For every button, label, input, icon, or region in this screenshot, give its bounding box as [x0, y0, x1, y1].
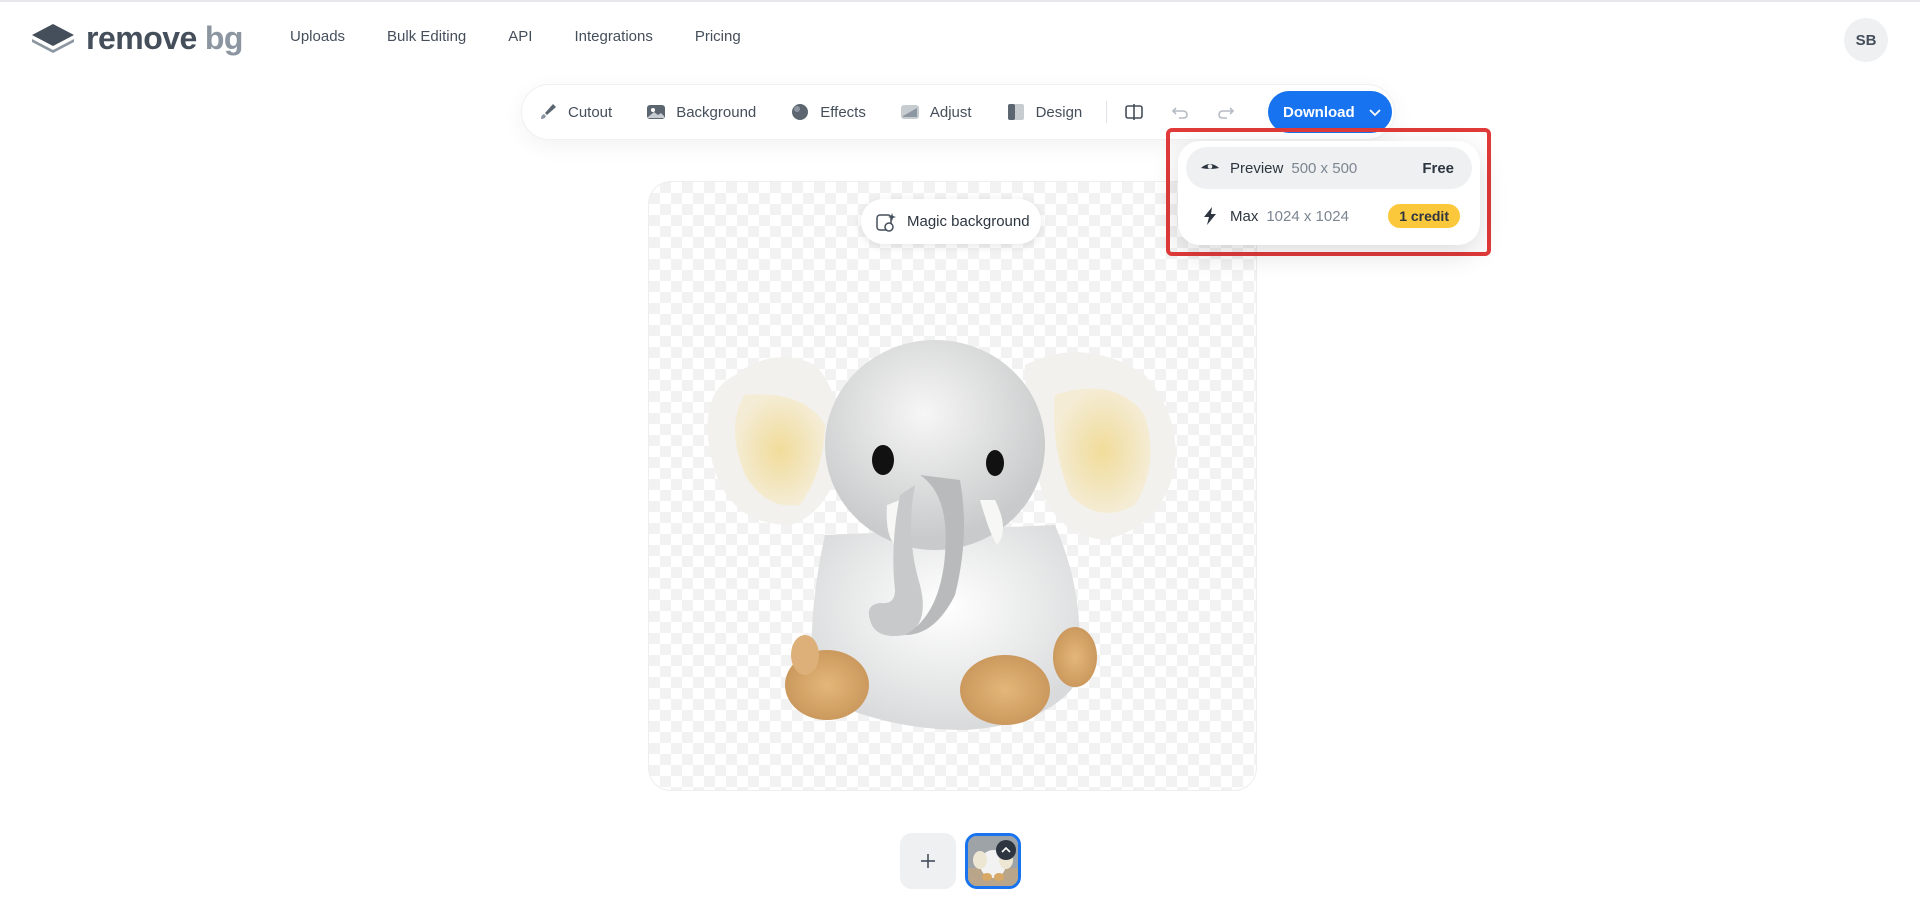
download-option-preview[interactable]: Preview 500 x 500 Free: [1186, 147, 1472, 189]
tool-effects[interactable]: Effects: [790, 102, 866, 122]
preview-size: 500 x 500: [1291, 159, 1358, 177]
credit-badge: 1 credit: [1388, 204, 1460, 228]
design-icon: [1006, 102, 1026, 122]
tool-cutout[interactable]: Cutout: [538, 102, 612, 122]
tool-background[interactable]: Background: [646, 102, 756, 122]
header: remove bg Uploads Bulk Editing API Integr…: [0, 2, 1920, 74]
toolbar-divider: [1106, 101, 1108, 123]
lightning-icon: [1200, 206, 1220, 226]
redo-icon[interactable]: [1213, 99, 1239, 125]
magic-sparkle-icon: [876, 212, 896, 232]
tool-background-label: Background: [676, 103, 757, 121]
download-option-max[interactable]: Max 1024 x 1024 1 credit: [1186, 195, 1472, 237]
eye-icon: [1200, 158, 1220, 178]
nav-api[interactable]: API: [508, 28, 532, 45]
brush-icon: [538, 102, 558, 122]
nav-pricing[interactable]: Pricing: [695, 28, 741, 45]
tool-adjust[interactable]: Adjust: [900, 102, 972, 122]
nav-uploads[interactable]: Uploads: [290, 28, 345, 45]
logo-mark-icon: [32, 24, 74, 53]
tool-design-label: Design: [1035, 103, 1083, 121]
tool-design[interactable]: Design: [1006, 102, 1083, 122]
max-size: 1024 x 1024: [1266, 207, 1349, 225]
effects-icon: [790, 102, 810, 122]
preview-tag: Free: [1422, 159, 1454, 177]
magic-background-button[interactable]: Magic background: [861, 199, 1041, 244]
preview-name: Preview: [1230, 159, 1284, 177]
plus-icon: [921, 854, 935, 868]
compare-icon[interactable]: [1121, 99, 1147, 125]
download-menu: Preview 500 x 500 Free Max 1024 x 1024 1…: [1178, 141, 1480, 245]
logo[interactable]: remove bg: [30, 20, 243, 56]
cutout-image: [707, 340, 1176, 730]
download-label: Download: [1283, 103, 1355, 121]
chevron-down-icon: [1369, 109, 1381, 117]
max-name: Max: [1230, 207, 1259, 225]
adjust-icon: [900, 102, 920, 122]
tool-effects-label: Effects: [820, 103, 866, 121]
tool-adjust-label: Adjust: [929, 103, 972, 121]
tool-cutout-label: Cutout: [568, 103, 613, 121]
image-icon: [646, 102, 666, 122]
add-image-button[interactable]: [900, 833, 956, 889]
image-thumbnail[interactable]: [965, 833, 1021, 889]
logo-text: remove bg: [86, 19, 243, 56]
undo-icon[interactable]: [1167, 99, 1193, 125]
user-avatar[interactable]: SB: [1844, 18, 1888, 62]
nav-bulk-editing[interactable]: Bulk Editing: [387, 28, 466, 45]
download-button[interactable]: Download: [1268, 91, 1392, 133]
nav-integrations[interactable]: Integrations: [574, 28, 652, 45]
chevron-up-icon[interactable]: [996, 840, 1016, 860]
main-nav: Uploads Bulk Editing API Integrations Pr…: [290, 28, 783, 45]
magic-background-label: Magic background: [907, 213, 1030, 230]
